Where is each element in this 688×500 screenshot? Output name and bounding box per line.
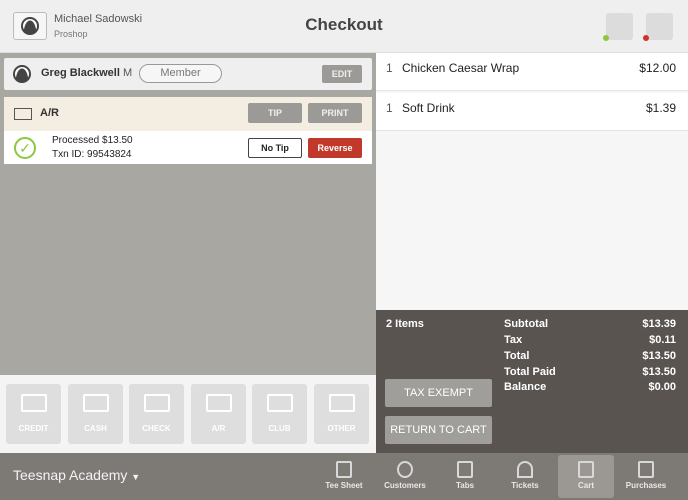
nav-cart[interactable]: Cart	[558, 455, 614, 498]
transaction-row: ✓ Processed $13.50 Txn ID: 99543824 No T…	[4, 131, 372, 164]
total-label: Total	[504, 350, 530, 362]
cart-items: 1 Chicken Caesar Wrap $12.00 1 Soft Drin…	[376, 53, 688, 310]
reverse-button[interactable]: Reverse	[308, 138, 362, 158]
tender-club-button[interactable]: CLUB	[252, 384, 307, 444]
header: Michael Sadowski Proshop Checkout	[0, 0, 688, 53]
tender-credit-button[interactable]: CREDIT	[6, 384, 61, 444]
tender-cash-button[interactable]: CASH	[68, 384, 123, 444]
check-icon	[143, 394, 170, 412]
nav-purchases[interactable]: Purchases	[618, 455, 674, 498]
tender-label: CREDIT	[18, 424, 49, 433]
cart-icon	[578, 461, 594, 478]
subtotal-value: $13.39	[642, 318, 676, 330]
transaction-id: Txn ID: 99543824	[52, 149, 132, 160]
nav-customers[interactable]: Customers	[377, 455, 433, 498]
payment-method: A/R	[40, 107, 59, 119]
other-cards-icon	[328, 394, 355, 412]
item-name: Chicken Caesar Wrap	[402, 61, 520, 75]
club-ticket-icon	[266, 394, 293, 412]
cart-item[interactable]: 1 Chicken Caesar Wrap $12.00	[376, 53, 688, 91]
nav-tabs[interactable]: Tabs	[437, 455, 493, 498]
total-paid-value: $13.50	[642, 366, 676, 378]
print-button[interactable]: PRINT	[308, 103, 362, 123]
tabs-icon	[457, 461, 473, 478]
calendar-icon	[336, 461, 352, 478]
nav-label: Tabs	[455, 481, 475, 490]
item-price: $12.00	[639, 61, 676, 75]
item-qty: 1	[386, 61, 393, 75]
tender-check-button[interactable]: CHECK	[129, 384, 184, 444]
total-value: $13.50	[642, 350, 676, 362]
payment-method-row: A/R TIP PRINT	[4, 97, 372, 131]
tip-button[interactable]: TIP	[248, 103, 302, 123]
bottom-nav: Teesnap Academy ▼ Tee Sheet Customers Ta…	[0, 453, 688, 500]
tender-ar-button[interactable]: A/R	[191, 384, 246, 444]
tax-value: $0.11	[649, 334, 676, 346]
balance-label: Balance	[504, 381, 547, 393]
tax-exempt-button[interactable]: TAX EXEMPT	[385, 379, 492, 407]
service-bell-icon	[517, 461, 533, 478]
register-icon	[638, 461, 654, 478]
nav-label: Tickets	[511, 481, 539, 490]
tender-label: CASH	[84, 424, 107, 433]
nav-label: Cart	[577, 481, 594, 490]
nav-label: Tee Sheet	[325, 481, 363, 490]
item-count: 2 Items	[386, 318, 424, 330]
item-qty: 1	[386, 101, 393, 115]
cash-drawer-button[interactable]	[646, 13, 673, 40]
processed-amount: Processed $13.50	[52, 135, 133, 146]
ar-book-icon	[205, 394, 232, 412]
total-paid-label: Total Paid	[504, 366, 556, 378]
drawer-status-icon	[643, 35, 649, 41]
customer-name: Greg Blackwell M	[41, 67, 133, 79]
subtotal-label: Subtotal	[504, 318, 548, 330]
tax-label: Tax	[504, 334, 523, 346]
cash-icon	[82, 394, 109, 412]
nav-label: Purchases	[625, 481, 667, 490]
caret-down-icon: ▼	[131, 472, 141, 482]
tender-label: CLUB	[268, 424, 291, 433]
credit-card-icon	[20, 394, 47, 412]
balance-value: $0.00	[648, 381, 676, 393]
nav-tickets[interactable]: Tickets	[497, 455, 553, 498]
customer-card: Greg Blackwell M Member EDIT	[4, 58, 372, 90]
return-to-cart-button[interactable]: RETURN TO CART	[385, 416, 492, 444]
tender-label: A/R	[211, 424, 226, 433]
tender-other-button[interactable]: OTHER	[314, 384, 369, 444]
tender-label: CHECK	[142, 424, 171, 433]
item-price: $1.39	[645, 101, 676, 115]
cart-item[interactable]: 1 Soft Drink $1.39	[376, 93, 688, 131]
venue-selector[interactable]: Teesnap Academy ▼	[13, 467, 140, 483]
order-summary: 2 Items Subtotal $13.39 Tax $0.11 Total …	[376, 310, 688, 453]
printer-status-icon	[603, 35, 609, 41]
tender-buttons: CREDIT CASH CHECK A/R CLUB OTHER	[0, 375, 376, 453]
tender-label: OTHER	[327, 424, 356, 433]
no-tip-button[interactable]: No Tip	[248, 138, 302, 158]
item-name: Soft Drink	[402, 101, 455, 115]
printer-button[interactable]	[606, 13, 633, 40]
nav-tee-sheet[interactable]: Tee Sheet	[316, 455, 372, 498]
page-title: Checkout	[305, 15, 383, 34]
member-badge: Member	[139, 64, 222, 83]
nav-label: Customers	[384, 481, 426, 490]
edit-customer-button[interactable]: EDIT	[322, 65, 362, 83]
customers-icon	[397, 461, 413, 478]
check-icon: ✓	[14, 137, 36, 159]
customer-avatar-icon	[13, 65, 31, 83]
venue-name: Teesnap Academy	[13, 467, 128, 483]
ar-icon	[14, 108, 32, 120]
